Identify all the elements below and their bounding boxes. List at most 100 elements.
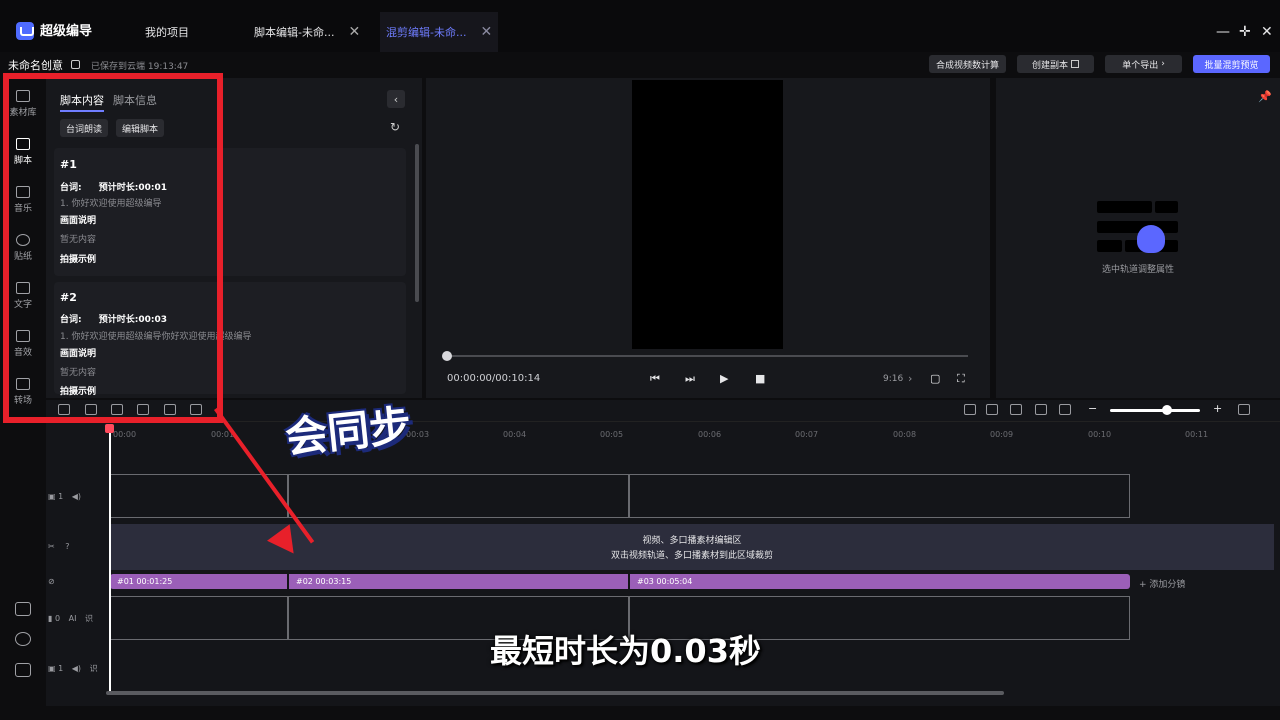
video-track-header[interactable]: ▣ 1 ◀) xyxy=(48,492,81,501)
panel-scrollbar[interactable] xyxy=(415,144,419,302)
playback-progress-track[interactable] xyxy=(447,355,968,357)
fit-icon[interactable] xyxy=(1059,404,1071,415)
single-export-button[interactable]: 单个导出 › xyxy=(1105,55,1182,73)
volume-icon[interactable]: ◀) xyxy=(72,492,81,501)
subtitle-track-header[interactable]: ▣ 1 ◀) 识 xyxy=(48,663,98,674)
mic-icon: ▮ xyxy=(48,614,53,623)
project-name-text: 未命名创意 xyxy=(8,59,63,72)
timecode: 00:00:00/00:10:14 xyxy=(447,373,541,384)
collapse-panel-button[interactable]: ‹ xyxy=(387,90,405,108)
batch-preview-button[interactable]: 批量混剪预览 xyxy=(1193,55,1270,73)
file-icon[interactable] xyxy=(15,602,31,616)
track-label[interactable]: 识 xyxy=(85,614,93,623)
close-icon[interactable]: ✕ xyxy=(480,24,492,40)
tab-my-projects[interactable]: 我的项目 xyxy=(145,12,189,52)
copy-icon xyxy=(1071,60,1079,68)
tick-label: 00:10 xyxy=(1088,430,1112,439)
tick-label: 00:06 xyxy=(698,430,722,439)
video-canvas[interactable] xyxy=(632,80,783,349)
minimize-icon[interactable]: — xyxy=(1216,24,1230,40)
video-clip[interactable] xyxy=(629,474,1130,518)
video-subtitle: 最短时长为0.03秒 xyxy=(490,632,761,670)
help-icon[interactable] xyxy=(15,632,31,646)
playhead-handle[interactable] xyxy=(105,424,114,433)
script-segment[interactable]: #01 00:01:25 xyxy=(110,574,287,589)
chevron-right-icon: › xyxy=(1161,59,1165,69)
placeholder-bar xyxy=(1097,201,1152,213)
list-icon[interactable] xyxy=(986,404,998,415)
video-clip[interactable] xyxy=(288,474,629,518)
split-view-icon[interactable] xyxy=(1035,404,1047,415)
tab-label: 混剪编辑-未命... xyxy=(386,26,467,39)
edit-icon[interactable] xyxy=(70,60,80,69)
stop-icon[interactable]: ■ xyxy=(755,372,765,385)
tick-label: 00:09 xyxy=(990,430,1014,439)
close-window-icon[interactable]: ✕ xyxy=(1261,24,1273,40)
refresh-icon[interactable]: ↻ xyxy=(390,120,400,134)
skip-back-icon[interactable]: ⏮ xyxy=(650,372,660,386)
fullscreen-icon[interactable]: ⛶ xyxy=(957,372,965,386)
track-label: 0 xyxy=(54,614,61,623)
hand-pointer-icon xyxy=(1137,225,1165,253)
volume-icon[interactable] xyxy=(1010,404,1022,415)
properties-hint: 选中轨道调整属性 xyxy=(1102,265,1175,275)
zoom-out-icon[interactable]: − xyxy=(1088,402,1097,415)
chevron-right-icon[interactable]: › xyxy=(908,372,912,385)
tab-label: 我的项目 xyxy=(145,26,189,39)
save-status: 已保存到云端 19:13:47 xyxy=(91,62,189,72)
video-clip[interactable] xyxy=(110,474,288,518)
crop-icon[interactable]: ▢ xyxy=(930,372,940,385)
project-name[interactable]: 未命名创意 xyxy=(8,57,80,73)
create-copy-label: 创建副本 xyxy=(1031,60,1068,71)
skip-forward-icon[interactable]: ⏭ xyxy=(685,372,695,386)
compose-count-button[interactable]: 合成视频数计算 xyxy=(929,55,1006,73)
zoom-slider-track[interactable] xyxy=(1110,409,1200,412)
volume-icon[interactable]: ◀) xyxy=(72,664,81,673)
create-copy-button[interactable]: 创建副本 xyxy=(1017,55,1094,73)
voice-track-header[interactable]: ▮ 0 AI 识 xyxy=(48,613,93,624)
track-label[interactable]: AI xyxy=(69,614,77,623)
chevron-left-icon: ‹ xyxy=(393,92,399,106)
zoom-slider-knob[interactable] xyxy=(1162,405,1172,415)
maximize-icon[interactable]: ✛ xyxy=(1239,24,1251,40)
zoom-in-icon[interactable]: + xyxy=(1213,402,1222,415)
track-label: 1 xyxy=(58,492,64,501)
document-icon[interactable] xyxy=(964,404,976,415)
playback-scrubber[interactable] xyxy=(442,351,452,361)
tick-label: 00:00 xyxy=(113,430,137,439)
playhead[interactable] xyxy=(109,428,111,692)
script-segment[interactable]: #03 00:05:04 xyxy=(630,574,1130,589)
placeholder-bar xyxy=(1097,221,1178,233)
highlight-frame xyxy=(3,73,223,423)
title-bar xyxy=(0,0,1280,52)
close-icon[interactable]: ✕ xyxy=(348,24,360,40)
script-track-header[interactable]: ⊘ xyxy=(48,577,55,586)
aspect-ratio[interactable]: 9:16 xyxy=(883,374,903,384)
play-icon[interactable]: ▶ xyxy=(720,372,728,385)
keyboard-icon[interactable] xyxy=(15,663,31,677)
cut-icon: ✂ xyxy=(48,542,55,551)
forbid-icon: ⊘ xyxy=(48,577,55,586)
app-name: 超级编导 xyxy=(40,24,93,39)
placeholder-bar xyxy=(1155,201,1178,213)
add-shot-button[interactable]: + 添加分镜 xyxy=(1139,577,1185,590)
tick-label: 00:04 xyxy=(503,430,527,439)
tab-script-edit[interactable]: 脚本编辑-未命... ✕ xyxy=(254,12,360,52)
tick-label: 00:05 xyxy=(600,430,624,439)
subtitle-track-icon: ▣ xyxy=(48,664,56,673)
tab-mix-edit[interactable]: 混剪编辑-未命... ✕ xyxy=(380,12,499,52)
main-track-header[interactable]: ✂ ? xyxy=(48,542,70,551)
single-export-label: 单个导出 xyxy=(1122,60,1159,71)
timeline-scrollbar[interactable] xyxy=(106,691,1004,695)
track-label: 1 xyxy=(58,664,64,673)
tick-label: 00:11 xyxy=(1185,430,1209,439)
tick-label: 00:07 xyxy=(795,430,819,439)
voice-clip[interactable] xyxy=(110,596,288,640)
app-logo-icon xyxy=(16,22,34,40)
placeholder-bar xyxy=(1097,240,1122,252)
pin-icon[interactable]: 📌 xyxy=(1258,90,1272,103)
script-segment[interactable]: #02 00:03:15 xyxy=(289,574,628,589)
tick-label: 00:08 xyxy=(893,430,917,439)
track-label[interactable]: 识 xyxy=(90,664,98,673)
expand-icon[interactable] xyxy=(1238,404,1250,415)
